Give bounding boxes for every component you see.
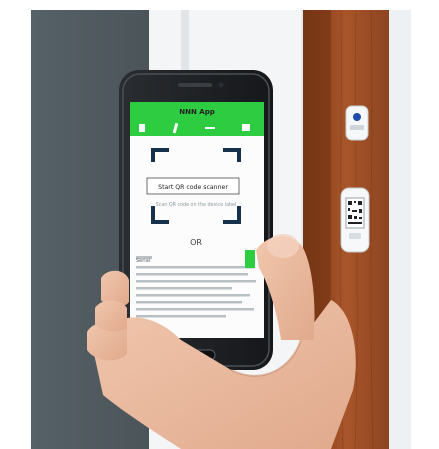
minus-icon bbox=[205, 127, 215, 129]
phone-camera bbox=[218, 82, 224, 88]
right-wall bbox=[389, 10, 411, 449]
photo-stage: NNN App Start QR code scanner Scan QR co… bbox=[0, 0, 439, 449]
menu-icon bbox=[139, 124, 145, 132]
or-label: OR bbox=[190, 238, 202, 247]
grid-icon bbox=[242, 124, 250, 131]
instruction-text: Scan QR code on the device label bbox=[156, 202, 237, 208]
section-label: Serial bbox=[136, 258, 150, 264]
photo-scene: NNN App Start QR code scanner Scan QR co… bbox=[31, 10, 411, 449]
phone-speaker bbox=[178, 83, 212, 87]
door-sensor-small bbox=[345, 105, 369, 141]
scan-button-label[interactable]: Start QR code scanner bbox=[158, 184, 228, 191]
door-sensor-large bbox=[340, 187, 370, 253]
app-title: NNN App bbox=[179, 108, 214, 116]
thumb-nail bbox=[267, 234, 299, 258]
side-green-tab bbox=[245, 250, 255, 268]
photo-frame: NNN App Start QR code scanner Scan QR co… bbox=[31, 10, 411, 449]
